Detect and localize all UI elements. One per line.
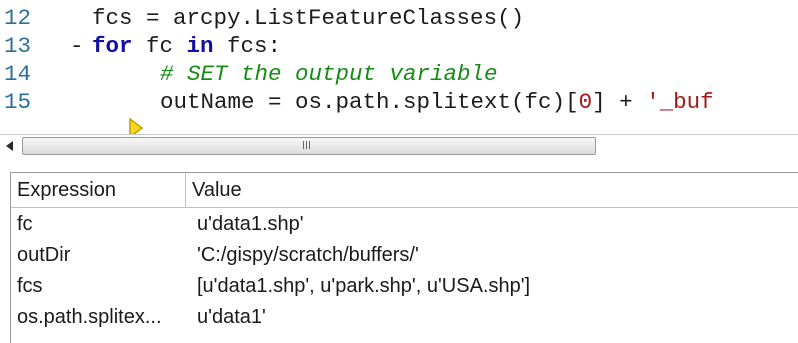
watch-expression: fc: [17, 213, 33, 235]
code-comment: # SET the output variable: [160, 61, 498, 87]
watch-expression: os.path.splitex...: [17, 306, 162, 328]
watch-expression: fcs: [17, 275, 43, 297]
code-line-14[interactable]: 14 # SET the output variable: [0, 60, 798, 88]
watch-row[interactable]: fcs [u'data1.shp', u'park.shp', u'USA.sh…: [11, 271, 798, 301]
code-line-13[interactable]: 13 - for fc in fcs:: [0, 32, 798, 60]
watch-value: [u'data1.shp', u'park.shp', u'USA.shp']: [197, 275, 531, 297]
code-line-12[interactable]: 12 fcs = arcpy.ListFeatureClasses(): [0, 4, 798, 32]
fold-collapse-icon[interactable]: -: [70, 32, 84, 60]
code-fragment: ] +: [592, 89, 647, 115]
grip-icon: [303, 141, 313, 149]
code-fragment: fc: [132, 33, 187, 59]
watch-row[interactable]: outDir 'C:/gispy/scratch/buffers/': [11, 240, 798, 270]
watch-panel: Expression Value fc u'data1.shp' outDir …: [0, 164, 798, 343]
code-fragment: outName = os.path.splitext(fc)[: [160, 89, 579, 115]
line-number: 14: [4, 61, 32, 87]
watch-header: Expression Value: [11, 173, 798, 208]
code-line-15[interactable]: 15 outName = os.path.splitext(fc)[0] + '…: [0, 88, 798, 139]
watch-value: u'data1.shp': [197, 213, 304, 235]
horizontal-scrollbar[interactable]: [0, 134, 798, 157]
scrollbar-thumb[interactable]: [22, 137, 596, 155]
keyword-for: for: [92, 33, 133, 59]
watch-row[interactable]: os.path.splitex... u'data1': [11, 302, 798, 332]
watch-row[interactable]: fc u'data1.shp': [11, 209, 798, 239]
keyword-in: in: [186, 33, 214, 59]
code-text: fcs = arcpy.ListFeatureClasses(): [92, 5, 525, 31]
scroll-left-icon[interactable]: [2, 137, 18, 155]
code-text: for fc in fcs:: [92, 32, 281, 60]
column-header-expression[interactable]: Expression: [11, 173, 179, 207]
code-editor[interactable]: 12 fcs = arcpy.ListFeatureClasses() 13 -…: [0, 0, 798, 140]
watch-value: 'C:/gispy/scratch/buffers/': [197, 244, 419, 266]
line-number: 15: [4, 89, 32, 115]
code-text: outName = os.path.splitext(fc)[0] + '_bu…: [160, 88, 714, 116]
watch-expression: outDir: [17, 244, 71, 266]
column-header-value[interactable]: Value: [186, 173, 242, 207]
code-string: '_buf: [646, 89, 714, 115]
line-number: 12: [4, 5, 32, 31]
code-number: 0: [578, 89, 593, 115]
watch-value: u'data1': [197, 306, 266, 328]
code-fragment: fcs:: [213, 33, 282, 59]
line-number: 13: [4, 33, 32, 59]
current-line-arrow-icon: [48, 92, 144, 140]
